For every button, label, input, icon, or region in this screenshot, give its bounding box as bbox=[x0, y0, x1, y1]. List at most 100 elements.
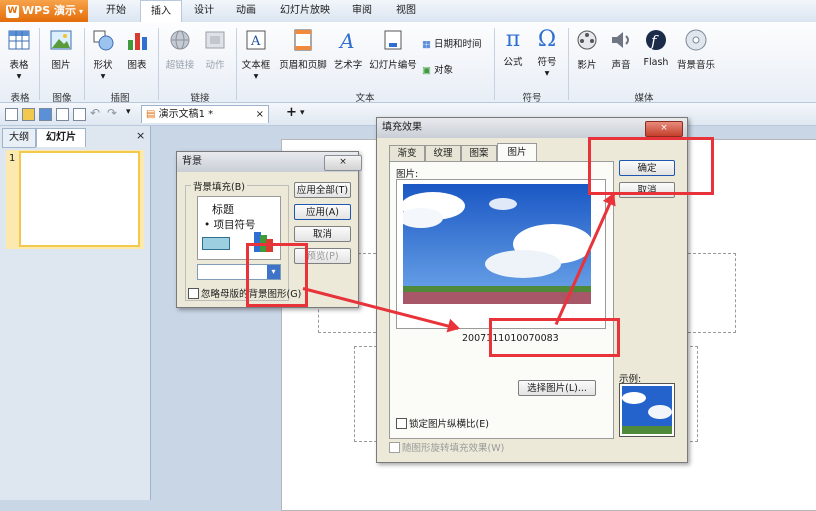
speaker-icon bbox=[612, 32, 629, 48]
close-icon[interactable]: × bbox=[136, 129, 145, 142]
menu-bar: W WPS 演示 ▾ 开始 插入 设计 动画 幻灯片放映 审阅 视图 bbox=[0, 0, 816, 23]
calendar-icon: ▦ bbox=[422, 39, 431, 50]
film-reel-icon bbox=[577, 30, 597, 50]
wordart-icon: A bbox=[338, 29, 354, 53]
print-icon[interactable] bbox=[56, 108, 69, 121]
chevron-down-icon: ▾ bbox=[78, 7, 83, 16]
ignore-master-checkbox[interactable] bbox=[188, 288, 199, 299]
insert-sound-button[interactable]: 声音 bbox=[606, 28, 636, 71]
rotate-with-shape-label: 随图形旋转填充效果(W) bbox=[402, 443, 505, 454]
apply-all-button[interactable]: 应用全部(T) bbox=[294, 182, 351, 198]
cancel-button[interactable]: 取消 bbox=[294, 226, 351, 242]
picture-label: 图片: bbox=[396, 169, 419, 180]
slide-number-icon bbox=[384, 30, 402, 50]
lock-aspect-label: 锁定图片纵横比(E) bbox=[409, 419, 489, 430]
close-button[interactable]: × bbox=[645, 121, 683, 137]
dialog-titlebar: 填充效果 bbox=[377, 118, 687, 138]
svg-text:A: A bbox=[250, 34, 261, 49]
tab-picture[interactable]: 图片 bbox=[497, 143, 537, 162]
group-label-table: 表格 bbox=[10, 93, 30, 104]
wordart-button[interactable]: A 艺术字 bbox=[333, 28, 363, 71]
tab-review[interactable]: 审阅 bbox=[344, 0, 380, 22]
chevron-down-icon: ▾ bbox=[253, 71, 259, 82]
tab-view[interactable]: 视图 bbox=[388, 0, 424, 22]
group-divider bbox=[494, 28, 495, 100]
wps-app-button[interactable]: W WPS 演示 ▾ bbox=[0, 0, 88, 22]
header-footer-icon bbox=[294, 29, 312, 51]
tab-insert[interactable]: 插入 bbox=[140, 0, 182, 23]
close-icon[interactable]: × bbox=[256, 106, 264, 124]
group-divider bbox=[236, 28, 237, 100]
print-preview-icon[interactable] bbox=[73, 108, 86, 121]
wps-logo-icon: W bbox=[6, 4, 19, 18]
picture-tab-panel: 图片: 2007111010070083 选择图片(L)... 锁定图片纵横比(… bbox=[389, 161, 614, 439]
preview-bullet: • 项目符号 bbox=[204, 219, 256, 231]
new-tab-icon[interactable]: + bbox=[286, 105, 297, 120]
group-divider bbox=[568, 28, 569, 100]
group-divider bbox=[158, 28, 159, 100]
date-time-button[interactable]: ▦ 日期和时间 bbox=[422, 36, 482, 50]
group-label-media: 媒体 bbox=[634, 93, 654, 104]
insert-flash-button[interactable]: f Flash bbox=[640, 28, 672, 68]
flash-icon: f bbox=[646, 30, 666, 50]
insert-shape-button[interactable]: 形状 ▾ bbox=[88, 28, 118, 82]
redo-icon[interactable]: ↷ bbox=[107, 106, 117, 120]
table-icon bbox=[8, 30, 30, 50]
new-file-icon[interactable] bbox=[5, 108, 18, 121]
insert-picture-button[interactable]: 图片 bbox=[46, 28, 76, 71]
group-label-links: 链接 bbox=[190, 93, 210, 104]
close-icon: × bbox=[339, 157, 347, 167]
fieldset-label: 背景填充(B) bbox=[191, 179, 247, 193]
sample-preview bbox=[619, 383, 675, 437]
close-button[interactable]: × bbox=[324, 155, 362, 171]
tab-gradient[interactable]: 渐变 bbox=[389, 145, 425, 162]
svg-text:A: A bbox=[338, 29, 354, 52]
lock-aspect-checkbox[interactable] bbox=[396, 418, 407, 429]
insert-chart-button[interactable]: 图表 bbox=[122, 28, 152, 71]
group-label-image: 图像 bbox=[52, 93, 72, 104]
insert-object-button[interactable]: ▣ 对象 bbox=[422, 62, 453, 76]
bar-chart-icon bbox=[128, 33, 147, 50]
document-tab[interactable]: ▤ 演示文稿1 * × bbox=[141, 105, 269, 123]
tab-animation[interactable]: 动画 bbox=[228, 0, 264, 22]
formula-button[interactable]: π 公式 bbox=[498, 27, 528, 69]
save-icon[interactable] bbox=[39, 108, 52, 121]
object-icon: ▣ bbox=[422, 65, 431, 76]
tab-texture[interactable]: 纹理 bbox=[425, 145, 461, 162]
select-picture-button[interactable]: 选择图片(L)... bbox=[518, 380, 596, 396]
insert-textbox-button[interactable]: A 文本框 ▾ bbox=[240, 28, 272, 82]
chevron-down-icon[interactable]: ▾ bbox=[126, 107, 131, 117]
slide-thumbnail[interactable] bbox=[19, 151, 140, 247]
tab-pattern[interactable]: 图案 bbox=[461, 145, 497, 162]
pi-icon: π bbox=[505, 27, 521, 52]
symbol-button[interactable]: Ω 符号 ▾ bbox=[532, 28, 562, 80]
insert-movie-button[interactable]: 影片 bbox=[572, 28, 602, 71]
slide-panel: 大纲 幻灯片 × 1 bbox=[0, 126, 151, 500]
open-folder-icon[interactable] bbox=[22, 108, 35, 121]
slide-number-button[interactable]: 幻灯片编号 bbox=[368, 28, 418, 71]
undo-icon[interactable]: ↶ bbox=[90, 106, 100, 120]
tab-outline[interactable]: 大纲 bbox=[2, 128, 36, 148]
tab-slides[interactable]: 幻灯片 bbox=[36, 128, 86, 147]
tab-slideshow[interactable]: 幻灯片放映 bbox=[274, 0, 336, 22]
background-music-button[interactable]: 背景音乐 bbox=[674, 28, 718, 71]
preview-title: 标题 bbox=[212, 203, 234, 216]
insert-hyperlink-button[interactable]: 超链接 bbox=[163, 28, 197, 71]
header-footer-button[interactable]: 页眉和页脚 bbox=[276, 28, 330, 71]
group-label-symbols: 符号 bbox=[522, 93, 542, 104]
shapes-icon bbox=[93, 30, 114, 51]
tab-home[interactable]: 开始 bbox=[98, 0, 134, 22]
ribbon: 表格 ▾ 图片 形状 ▾ 图表 超链接 动作 A 文本框 ▾ 页眉和页脚 A 艺术字 bbox=[0, 22, 816, 104]
insert-action-button[interactable]: 动作 bbox=[200, 28, 230, 71]
tab-design[interactable]: 设计 bbox=[186, 0, 222, 22]
chevron-down-icon[interactable]: ▾ bbox=[300, 108, 305, 118]
apply-button[interactable]: 应用(A) bbox=[294, 204, 351, 220]
globe-icon bbox=[170, 30, 190, 50]
group-divider bbox=[39, 28, 40, 100]
rotate-with-shape-checkbox[interactable] bbox=[389, 442, 400, 453]
picture-preview-frame bbox=[396, 179, 606, 329]
insert-table-button[interactable]: 表格 ▾ bbox=[4, 28, 34, 82]
annotation-box bbox=[588, 137, 714, 195]
textbox-icon: A bbox=[246, 30, 266, 50]
chevron-down-icon: ▾ bbox=[16, 71, 22, 82]
